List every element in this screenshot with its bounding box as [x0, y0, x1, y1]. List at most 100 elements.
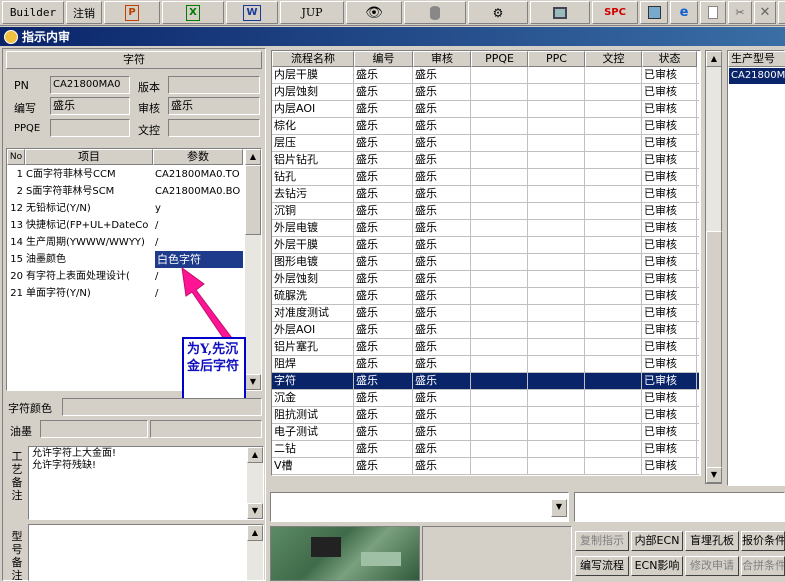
param-grid-scrollbar[interactable]: ▲ ▼ — [245, 149, 261, 390]
flow-row[interactable]: 内层AOI 盛乐 盛乐 已审核 — [272, 101, 699, 118]
logout-button[interactable]: 注销 — [66, 1, 102, 24]
flow-row[interactable]: 字符 盛乐 盛乐 已审核 — [272, 373, 699, 390]
write-flow-button[interactable]: 编写流程 — [575, 556, 629, 576]
blind-hole-board-button[interactable]: 盲埋孔板 — [685, 531, 739, 551]
more-button[interactable] — [778, 1, 785, 24]
flow-row[interactable]: 内层干膜 盛乐 盛乐 已审核 — [272, 67, 699, 84]
flow-combo[interactable]: ▼ — [270, 492, 569, 522]
flow-col-header[interactable]: PPC — [528, 51, 585, 67]
quote-condition-button[interactable]: 报价条件 — [741, 531, 785, 551]
jup-button[interactable]: JUP — [280, 1, 344, 24]
scroll-down-icon[interactable]: ▼ — [247, 503, 263, 519]
flow-row[interactable]: 外层干膜 盛乐 盛乐 已审核 — [272, 237, 699, 254]
scroll-up-icon[interactable]: ▲ — [245, 149, 261, 165]
flow-col-header[interactable]: 审核 — [413, 51, 471, 67]
view-button[interactable]: 👁 — [346, 1, 402, 24]
model-note-scrollbar[interactable]: ▲ — [247, 525, 263, 580]
scroll-down-icon[interactable]: ▼ — [245, 374, 261, 390]
flow-row[interactable]: V槽 盛乐 盛乐 已审核 — [272, 458, 699, 475]
word-button[interactable]: W — [226, 1, 278, 24]
excel-button[interactable]: X — [162, 1, 224, 24]
scroll-up-icon[interactable]: ▲ — [247, 525, 263, 541]
new-button[interactable] — [700, 1, 726, 24]
flow-col-header[interactable]: 流程名称 — [272, 51, 354, 67]
scroll-thumb[interactable] — [245, 165, 261, 235]
internal-ecn-button[interactable]: 内部ECN — [631, 531, 683, 551]
param-row-value[interactable]: y — [155, 200, 243, 217]
col-header-no[interactable]: No — [7, 149, 25, 165]
param-row[interactable]: 13 快捷标记(FP+UL+DateCo / — [7, 217, 243, 234]
model-note-box[interactable]: ▲ — [28, 524, 264, 581]
flow-row[interactable]: 图形电镀 盛乐 盛乐 已审核 — [272, 254, 699, 271]
doc-control-field[interactable] — [168, 119, 260, 137]
flow-row[interactable]: 层压 盛乐 盛乐 已审核 — [272, 135, 699, 152]
ink-field-2[interactable] — [150, 420, 262, 438]
version-field[interactable] — [168, 76, 260, 94]
flow-row[interactable]: 电子测试 盛乐 盛乐 已审核 — [272, 424, 699, 441]
flow-cell: 盛乐 — [354, 152, 413, 169]
char-color-field[interactable] — [62, 398, 262, 416]
ink-field-1[interactable] — [40, 420, 148, 438]
scroll-up-icon[interactable]: ▲ — [247, 447, 263, 463]
chevron-down-icon[interactable]: ▼ — [551, 499, 567, 517]
param-row[interactable]: 14 生产周期(YWWW/WWYY) / — [7, 234, 243, 251]
param-row-value[interactable]: CA21800MA0.BO — [155, 183, 243, 200]
copy-instruction-button[interactable]: 复制指示 — [575, 531, 629, 551]
param-row[interactable]: 2 S面字符菲林号SCM CA21800MA0.BO — [7, 183, 243, 200]
flow-row[interactable]: 沉金 盛乐 盛乐 已审核 — [272, 390, 699, 407]
scroll-up-icon[interactable]: ▲ — [706, 51, 722, 67]
ie-button[interactable]: e — [670, 1, 698, 24]
flow-row[interactable]: 铝片钻孔 盛乐 盛乐 已审核 — [272, 152, 699, 169]
ppt-button[interactable]: P — [104, 1, 160, 24]
network-button[interactable]: ⚙ — [468, 1, 528, 24]
process-note-box[interactable]: 允许字符上大金面! 允许字符残缺! ▲ ▼ — [28, 446, 264, 520]
flow-row[interactable]: 二钻 盛乐 盛乐 已审核 — [272, 441, 699, 458]
param-row[interactable]: 12 无铅标记(Y/N) y — [7, 200, 243, 217]
flow-row[interactable]: 内层蚀刻 盛乐 盛乐 已审核 — [272, 84, 699, 101]
ppqe-field[interactable] — [50, 119, 130, 137]
param-row-value[interactable]: CA21800MA0.TO — [155, 166, 243, 183]
flow-col-header[interactable]: PPQE — [471, 51, 528, 67]
flow-row[interactable]: 沉铜 盛乐 盛乐 已审核 — [272, 203, 699, 220]
flow-row[interactable]: 外层蚀刻 盛乐 盛乐 已审核 — [272, 271, 699, 288]
writer-field[interactable]: 盛乐 — [50, 97, 130, 115]
scroll-thumb[interactable] — [706, 231, 722, 471]
pn-field[interactable]: CA21800MA0 — [50, 76, 130, 94]
flow-row[interactable]: 棕化 盛乐 盛乐 已审核 — [272, 118, 699, 135]
col-header-param[interactable]: 参数 — [153, 149, 243, 165]
flow-row[interactable]: 钻孔 盛乐 盛乐 已审核 — [272, 169, 699, 186]
spc-button[interactable]: SPC — [592, 1, 638, 24]
merge-condition-button[interactable]: 合拼条件 — [741, 556, 785, 576]
flow-row[interactable]: 对准度测试 盛乐 盛乐 已审核 — [272, 305, 699, 322]
flow-col-header[interactable]: 文控 — [585, 51, 642, 67]
remark-combo[interactable] — [574, 492, 785, 522]
flow-row[interactable]: 外层电镀 盛乐 盛乐 已审核 — [272, 220, 699, 237]
database-button[interactable] — [404, 1, 466, 24]
flow-col-header[interactable]: 状态 — [642, 51, 697, 67]
flow-row[interactable]: 去钻污 盛乐 盛乐 已审核 — [272, 186, 699, 203]
param-row-value[interactable]: / — [155, 217, 243, 234]
flow-row[interactable]: 阻焊 盛乐 盛乐 已审核 — [272, 356, 699, 373]
modify-apply-button[interactable]: 修改申请 — [685, 556, 739, 576]
param-row-value[interactable]: / — [155, 234, 243, 251]
flow-row[interactable]: 外层AOI 盛乐 盛乐 已审核 — [272, 322, 699, 339]
scroll-down-icon[interactable]: ▼ — [706, 467, 722, 483]
close-button[interactable]: ✕ — [754, 1, 776, 24]
flow-col-header[interactable]: 编号 — [354, 51, 413, 67]
review-field[interactable]: 盛乐 — [168, 97, 260, 115]
flow-row[interactable]: 阻抗测试 盛乐 盛乐 已审核 — [272, 407, 699, 424]
calendar-button[interactable] — [640, 1, 668, 24]
database-icon — [430, 5, 440, 20]
flow-grid-scrollbar[interactable]: ▲ ▼ — [705, 50, 722, 484]
computer-button[interactable] — [530, 1, 590, 24]
model-list-header[interactable]: 生产型号 — [728, 51, 785, 67]
cut-button[interactable]: ✂ — [728, 1, 752, 24]
col-header-item[interactable]: 项目 — [25, 149, 153, 165]
builder-button[interactable]: Builder — [2, 1, 64, 24]
flow-row[interactable]: 硫脲洗 盛乐 盛乐 已审核 — [272, 288, 699, 305]
flow-row[interactable]: 铝片塞孔 盛乐 盛乐 已审核 — [272, 339, 699, 356]
model-list-item[interactable]: CA21800MA0 — [729, 68, 785, 84]
ecn-effect-button[interactable]: ECN影响 — [631, 556, 683, 576]
process-note-scrollbar[interactable]: ▲ ▼ — [247, 447, 263, 519]
param-row[interactable]: 1 C面字符菲林号CCM CA21800MA0.TO — [7, 166, 243, 183]
